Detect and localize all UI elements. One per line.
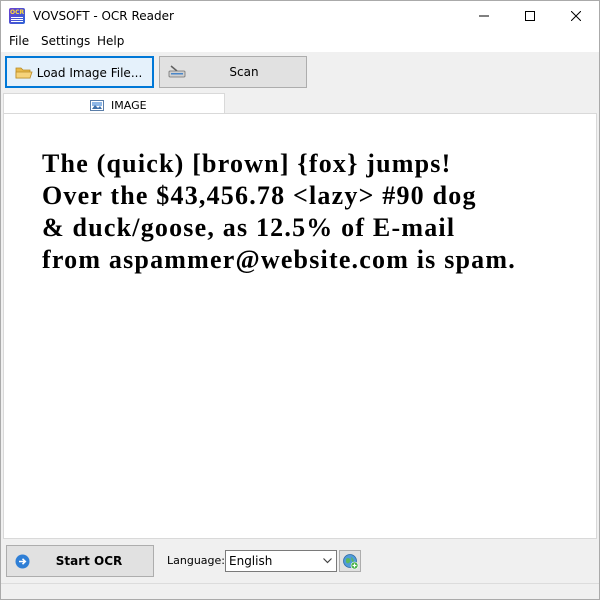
download-language-button[interactable] (339, 550, 361, 572)
scan-button[interactable]: Scan (159, 56, 307, 88)
toolbar: Load Image File... Scan (1, 52, 599, 92)
tab-strip: IMAGE (1, 92, 599, 115)
language-select[interactable]: English (225, 550, 337, 572)
minimize-button[interactable] (461, 1, 507, 31)
app-icon: OCR (9, 8, 25, 24)
app-icon-label: OCR (10, 9, 25, 16)
menu-help[interactable]: Help (97, 34, 124, 48)
language-label: Language: (167, 554, 225, 567)
globe-add-icon (343, 554, 359, 570)
start-ocr-button[interactable]: Start OCR (6, 545, 154, 577)
menu-settings[interactable]: Settings (41, 34, 90, 48)
load-image-label: Load Image File... (36, 66, 143, 80)
app-window: OCR VOVSOFT - OCR Reader File Settings H… (0, 0, 600, 600)
start-ocr-label: Start OCR (55, 554, 123, 568)
close-button[interactable] (553, 1, 599, 31)
image-preview[interactable]: The (quick) [brown] {fox} jumps! Over th… (3, 113, 597, 539)
window-title: VOVSOFT - OCR Reader (33, 9, 174, 23)
scan-label: Scan (229, 65, 259, 79)
tab-image-label: IMAGE (111, 99, 147, 112)
language-value: English (229, 554, 273, 568)
maximize-icon (525, 11, 535, 21)
image-text-block: The (quick) [brown] {fox} jumps! Over th… (42, 148, 582, 276)
minimize-icon (479, 15, 489, 17)
image-icon (90, 100, 104, 111)
close-icon (571, 11, 581, 21)
image-text-line: Over the $43,456.78 <lazy> #90 dog (42, 181, 477, 210)
menu-file[interactable]: File (9, 34, 29, 48)
tab-image[interactable]: IMAGE (3, 93, 225, 115)
menu-bar: File Settings Help (1, 31, 599, 52)
image-text-line: The (quick) [brown] {fox} jumps! (42, 149, 452, 178)
load-image-button[interactable]: Load Image File... (5, 56, 154, 88)
image-text-line: & duck/goose, as 12.5% of E-mail (42, 213, 456, 242)
status-bar (1, 583, 599, 599)
image-text-line: from aspammer@website.com is spam. (42, 245, 516, 274)
maximize-button[interactable] (507, 1, 553, 31)
chevron-down-icon (323, 558, 332, 564)
title-bar[interactable]: OCR VOVSOFT - OCR Reader (1, 1, 599, 31)
bottom-bar: Start OCR Language: English (1, 539, 599, 583)
